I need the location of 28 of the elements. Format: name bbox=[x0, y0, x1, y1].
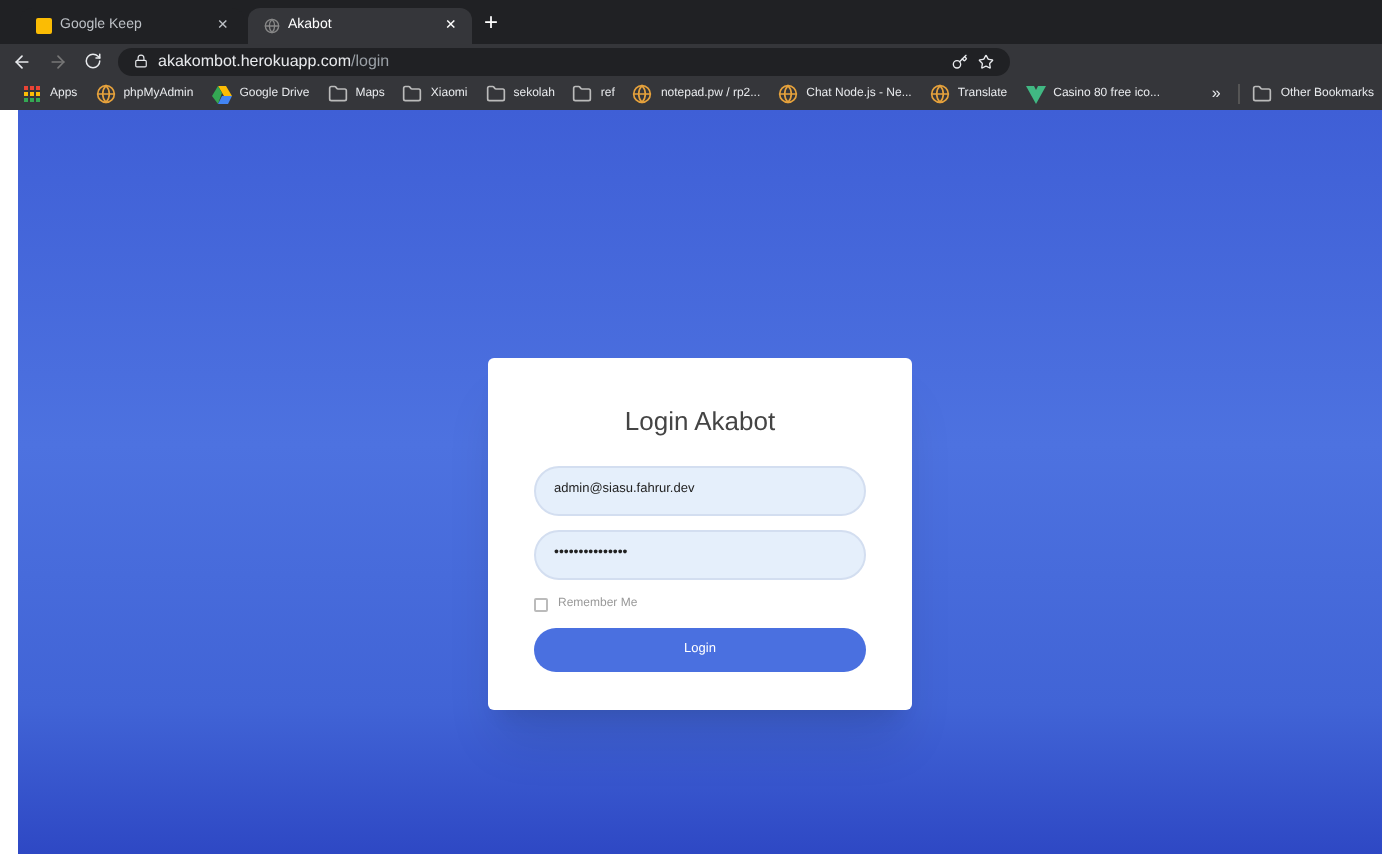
apps-grid-icon bbox=[24, 85, 42, 103]
reload-icon[interactable] bbox=[84, 52, 102, 70]
folder-icon bbox=[327, 84, 348, 104]
forward-icon[interactable] bbox=[48, 51, 68, 71]
globe-icon bbox=[264, 18, 280, 34]
remember-checkbox[interactable] bbox=[534, 597, 548, 611]
url-text: akakombot.herokuapp.com/login bbox=[158, 49, 390, 73]
key-icon bbox=[952, 53, 968, 69]
close-icon[interactable]: × bbox=[217, 12, 228, 40]
folder-icon bbox=[572, 84, 593, 104]
folder-icon bbox=[402, 84, 423, 104]
globe-icon bbox=[929, 84, 950, 104]
v-logo-icon bbox=[1025, 85, 1046, 103]
note-icon bbox=[36, 18, 52, 34]
folder-icon bbox=[485, 84, 506, 104]
globe-icon bbox=[95, 84, 116, 104]
login-title: Login Akabot bbox=[624, 404, 776, 440]
back-icon[interactable] bbox=[12, 51, 32, 71]
lock-icon bbox=[134, 54, 148, 68]
more-bookmarks-button[interactable]: » bbox=[1211, 82, 1221, 106]
close-icon[interactable]: × bbox=[445, 12, 456, 40]
globe-icon bbox=[632, 84, 653, 104]
globe-icon bbox=[778, 84, 799, 104]
address-bar[interactable]: akakombot.herokuapp.com/login bbox=[118, 47, 1010, 75]
star-icon[interactable] bbox=[978, 53, 994, 69]
folder-icon bbox=[1252, 84, 1273, 104]
new-tab-button[interactable]: + bbox=[484, 4, 499, 40]
triangle-icon bbox=[211, 85, 232, 103]
